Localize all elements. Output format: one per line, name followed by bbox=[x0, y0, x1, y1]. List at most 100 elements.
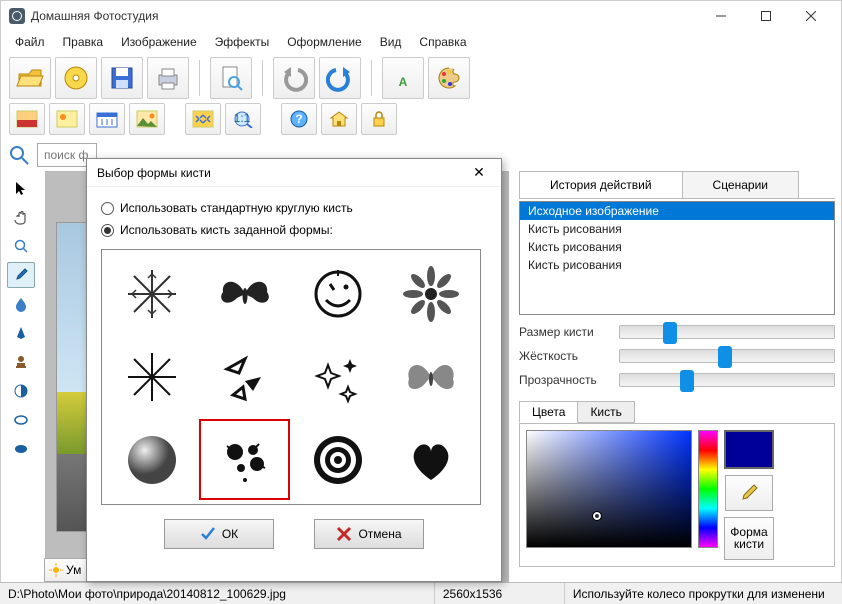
tool-drop[interactable] bbox=[7, 291, 35, 317]
history-item[interactable]: Исходное изображение bbox=[520, 202, 834, 220]
brush-sparkles[interactable] bbox=[292, 337, 383, 418]
check-icon bbox=[200, 526, 216, 542]
brush-spiral[interactable] bbox=[292, 419, 383, 500]
history-item[interactable]: Кисть рисования bbox=[520, 256, 834, 274]
radio-shape-brush[interactable]: Использовать кисть заданной формы: bbox=[101, 219, 487, 241]
cd-button[interactable] bbox=[55, 57, 97, 99]
status-hint: Используйте колесо прокрутки для изменен… bbox=[565, 583, 842, 604]
brush-smiley[interactable] bbox=[292, 254, 383, 335]
radio-icon bbox=[101, 224, 114, 237]
menu-help[interactable]: Справка bbox=[411, 33, 474, 51]
brush-heart[interactable] bbox=[385, 419, 476, 500]
dialog-title: Выбор формы кисти bbox=[97, 166, 467, 180]
status-dims: 2560x1536 bbox=[435, 583, 565, 604]
label-opacity: Прозрачность bbox=[519, 373, 619, 387]
brush-shape-button[interactable]: Форма кисти bbox=[724, 517, 774, 560]
tab-brush[interactable]: Кисть bbox=[577, 401, 634, 423]
x-icon bbox=[336, 526, 352, 542]
undo-button[interactable] bbox=[273, 57, 315, 99]
arrows-button[interactable] bbox=[185, 103, 221, 135]
color-swatch[interactable] bbox=[724, 430, 774, 469]
menu-file[interactable]: Файл bbox=[7, 33, 53, 51]
history-list[interactable]: Исходное изображение Кисть рисования Кис… bbox=[519, 201, 835, 315]
tab-scenarios[interactable]: Сценарии bbox=[682, 171, 799, 198]
landscape-button[interactable] bbox=[129, 103, 165, 135]
history-item[interactable]: Кисть рисования bbox=[520, 220, 834, 238]
secondary-toolbar: 1:1 ? bbox=[1, 103, 841, 139]
label-brush-size: Размер кисти bbox=[519, 325, 619, 339]
tab-colors[interactable]: Цвета bbox=[519, 401, 578, 423]
print-button[interactable] bbox=[147, 57, 189, 99]
tool-palette bbox=[1, 171, 41, 599]
ok-button[interactable]: ОК bbox=[164, 519, 274, 549]
text-button[interactable]: A bbox=[382, 57, 424, 99]
brush-butterfly1[interactable] bbox=[199, 254, 290, 335]
tool-contrast[interactable] bbox=[7, 378, 35, 404]
minimize-button[interactable] bbox=[698, 1, 743, 31]
tool-ellipse-fill[interactable] bbox=[7, 436, 35, 462]
tool-hand[interactable] bbox=[7, 204, 35, 230]
search-icon[interactable] bbox=[5, 141, 33, 169]
menubar: Файл Правка Изображение Эффекты Оформлен… bbox=[1, 31, 841, 53]
close-button[interactable] bbox=[788, 1, 833, 31]
tool-pointer[interactable] bbox=[7, 175, 35, 201]
main-toolbar: A bbox=[1, 53, 841, 103]
slider-opacity[interactable] bbox=[619, 373, 835, 387]
save-button[interactable] bbox=[101, 57, 143, 99]
cancel-button[interactable]: Отмена bbox=[314, 519, 424, 549]
sun-icon bbox=[49, 563, 63, 577]
palette-button[interactable] bbox=[428, 57, 470, 99]
menu-effects[interactable]: Эффекты bbox=[207, 33, 278, 51]
status-bar: D:\Photo\Мои фото\природа\20140812_10062… bbox=[0, 582, 842, 604]
label-hardness: Жёсткость bbox=[519, 349, 619, 363]
brush-snowflake[interactable] bbox=[106, 254, 197, 335]
open-button[interactable] bbox=[9, 57, 51, 99]
calendar-button[interactable] bbox=[89, 103, 125, 135]
titlebar: Домашняя Фотостудия bbox=[1, 1, 841, 31]
zoom-1-1-button[interactable]: 1:1 bbox=[225, 103, 261, 135]
tab-history[interactable]: История действий bbox=[519, 171, 683, 198]
menu-image[interactable]: Изображение bbox=[113, 33, 205, 51]
brush-grid bbox=[101, 249, 481, 505]
brush-shape-dialog: Выбор формы кисти ✕ Использовать стандар… bbox=[86, 158, 502, 582]
search-page-button[interactable] bbox=[210, 57, 252, 99]
menu-decoration[interactable]: Оформление bbox=[279, 33, 369, 51]
color-panel: Форма кисти bbox=[519, 423, 835, 567]
brush-asterisk[interactable] bbox=[106, 337, 197, 418]
home-button[interactable] bbox=[321, 103, 357, 135]
tool-pen[interactable] bbox=[7, 320, 35, 346]
lock-button[interactable] bbox=[361, 103, 397, 135]
image-red-button[interactable] bbox=[9, 103, 45, 135]
svg-text:?: ? bbox=[295, 112, 302, 126]
tool-eyedropper[interactable] bbox=[7, 262, 35, 288]
image-yellow-button[interactable] bbox=[49, 103, 85, 135]
tool-zoom[interactable] bbox=[7, 233, 35, 259]
svg-text:A: A bbox=[399, 75, 408, 89]
menu-view[interactable]: Вид bbox=[372, 33, 410, 51]
help-button[interactable]: ? bbox=[281, 103, 317, 135]
brush-triangles[interactable] bbox=[199, 337, 290, 418]
radio-round-brush[interactable]: Использовать стандартную круглую кисть bbox=[101, 197, 487, 219]
hue-bar[interactable] bbox=[698, 430, 718, 548]
status-path: D:\Photo\Мои фото\природа\20140812_10062… bbox=[0, 583, 435, 604]
slider-brush-size[interactable] bbox=[619, 325, 835, 339]
brush-splatter[interactable] bbox=[199, 419, 290, 500]
maximize-button[interactable] bbox=[743, 1, 788, 31]
app-title: Домашняя Фотостудия bbox=[31, 9, 698, 23]
tool-ellipse[interactable] bbox=[7, 407, 35, 433]
brush-flower[interactable] bbox=[385, 254, 476, 335]
redo-button[interactable] bbox=[319, 57, 361, 99]
brush-butterfly2[interactable] bbox=[385, 337, 476, 418]
svg-text:1:1: 1:1 bbox=[234, 111, 251, 125]
eyedropper-button[interactable] bbox=[725, 475, 773, 510]
app-icon bbox=[9, 8, 25, 24]
radio-icon bbox=[101, 202, 114, 215]
slider-hardness[interactable] bbox=[619, 349, 835, 363]
color-gradient[interactable] bbox=[526, 430, 692, 548]
tool-stamp[interactable] bbox=[7, 349, 35, 375]
brush-sphere[interactable] bbox=[106, 419, 197, 500]
history-item[interactable]: Кисть рисования bbox=[520, 238, 834, 256]
right-panel: История действий Сценарии Исходное изобр… bbox=[513, 171, 841, 599]
dialog-close-button[interactable]: ✕ bbox=[467, 164, 491, 181]
menu-edit[interactable]: Правка bbox=[55, 33, 112, 51]
